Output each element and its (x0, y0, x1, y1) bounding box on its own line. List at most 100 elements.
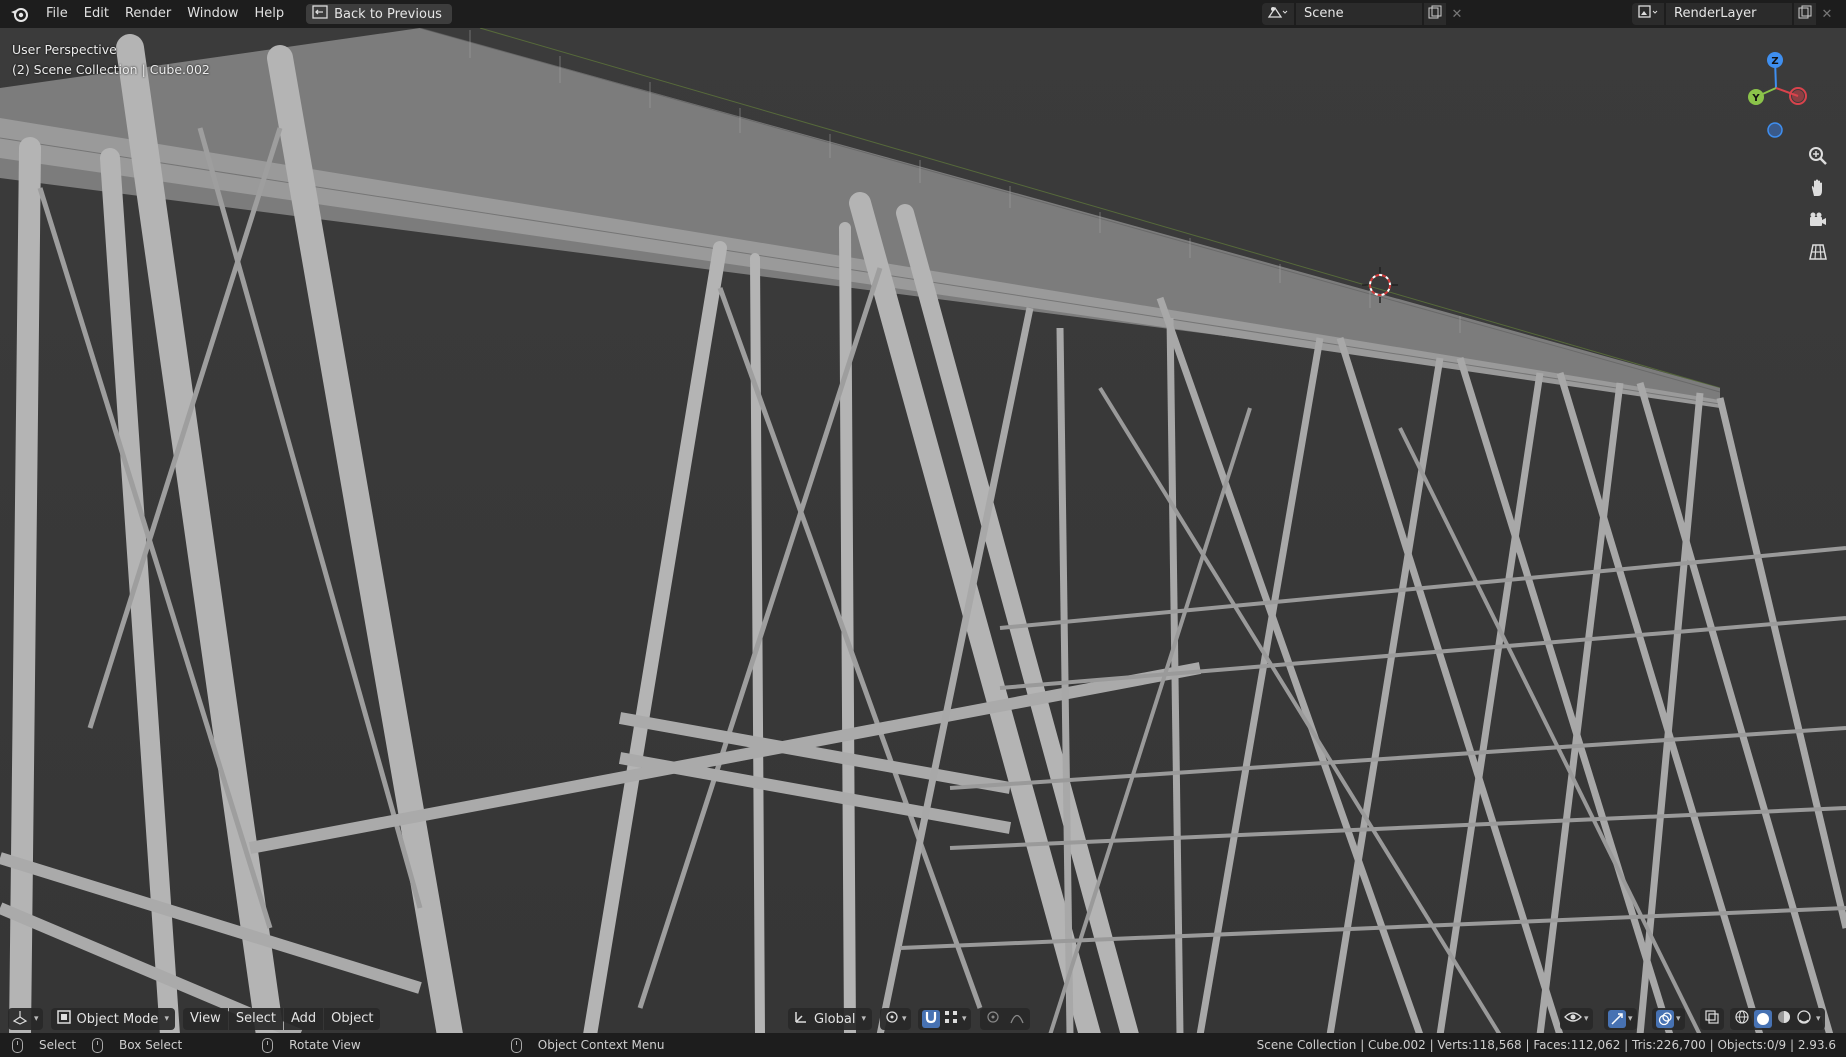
scene-statistics: Scene Collection | Cube.002 | Verts:118,… (1256, 1038, 1836, 1052)
render-layer-name-field[interactable]: RenderLayer (1666, 3, 1792, 25)
chevron-down-icon[interactable]: ▾ (962, 1014, 967, 1024)
status-bar: Select Box Select Rotate View Object Con… (0, 1033, 1846, 1057)
back-to-previous-button[interactable]: Back to Previous (306, 4, 452, 24)
zoom-button[interactable] (1804, 144, 1832, 172)
wireframe-shading-icon[interactable] (1734, 1009, 1750, 1029)
scene-browse-button[interactable] (1262, 3, 1294, 25)
snap-controls: ▾ (918, 1008, 971, 1030)
scene-icon (1267, 5, 1289, 23)
status-box-select-label: Box Select (119, 1038, 183, 1052)
menu-render[interactable]: Render (117, 0, 179, 28)
camera-icon (1808, 210, 1828, 234)
status-select: Select (12, 1037, 77, 1053)
close-icon: ✕ (1451, 6, 1463, 22)
object-mode-icon (56, 1010, 71, 1028)
close-icon: ✕ (1821, 6, 1833, 22)
pan-button[interactable] (1804, 176, 1832, 204)
material-shading-icon[interactable] (1776, 1009, 1792, 1029)
3d-viewport[interactable]: User Perspective (2) Scene Collection | … (0, 28, 1846, 1035)
chevron-down-icon[interactable]: ▾ (1816, 1014, 1821, 1024)
camera-view-button[interactable] (1804, 208, 1832, 236)
transform-orientation-selector[interactable]: Global ▾ (788, 1008, 873, 1030)
pivot-point-selector[interactable]: ▾ (880, 1008, 911, 1030)
grid-icon (1808, 242, 1828, 266)
proportional-editing-controls (980, 1008, 1030, 1030)
falloff-icon[interactable] (1010, 1010, 1024, 1028)
perspective-label: User Perspective (12, 42, 117, 57)
mode-label: Object Mode (76, 1011, 159, 1027)
zoom-icon (1808, 146, 1828, 170)
gizmo-toggle[interactable]: ▾ (1604, 1008, 1637, 1030)
blender-logo-icon[interactable] (8, 2, 32, 26)
collection-info-label: (2) Scene Collection | Cube.002 (12, 62, 210, 77)
shading-modes: ▾ (1730, 1008, 1825, 1030)
status-context-menu: Object Context Menu (510, 1037, 665, 1053)
chevron-down-icon: ▾ (1628, 1014, 1633, 1024)
menu-object[interactable]: Object (324, 1008, 381, 1030)
chevron-down-icon: ▾ (34, 1014, 39, 1024)
y-axis-label: Y (1751, 93, 1760, 104)
render-layer-browse-button[interactable] (1632, 3, 1664, 25)
duplicate-icon (1798, 5, 1812, 23)
chevron-down-icon: ▾ (861, 1014, 867, 1024)
xray-toggle[interactable] (1700, 1008, 1724, 1030)
delete-scene-button[interactable]: ✕ (1448, 3, 1466, 25)
scene-selector: Scene ✕ (1262, 3, 1466, 25)
chevron-down-icon: ▾ (1584, 1014, 1589, 1024)
status-rotate-view: Rotate View (262, 1037, 361, 1053)
mouse-left-icon (12, 1037, 23, 1053)
menu-help[interactable]: Help (247, 0, 293, 28)
editor-type-button[interactable]: ▾ (8, 1008, 43, 1030)
menu-file[interactable]: File (38, 0, 76, 28)
rendered-shading-icon[interactable] (1796, 1009, 1812, 1029)
menu-select[interactable]: Select (228, 1008, 283, 1030)
orientation-icon (794, 1010, 808, 1028)
viewport-menus: View Select Add Object (182, 1008, 381, 1030)
status-box-select: Box Select (92, 1037, 183, 1053)
chevron-down-icon: ▾ (902, 1014, 907, 1024)
toggle-perspective-button[interactable] (1804, 240, 1832, 268)
viewport-info: User Perspective (2) Scene Collection | … (12, 40, 210, 80)
status-select-label: Select (39, 1038, 77, 1052)
solid-shading-icon[interactable] (1754, 1010, 1772, 1028)
proportional-edit-icon[interactable] (986, 1010, 1000, 1028)
navigation-gizmo[interactable]: Z Y (1716, 40, 1826, 140)
back-to-previous-label: Back to Previous (334, 6, 442, 22)
new-render-layer-button[interactable] (1794, 3, 1816, 25)
z-axis-label: Z (1771, 56, 1778, 67)
menu-window[interactable]: Window (179, 0, 246, 28)
visibility-selector[interactable]: ▾ (1560, 1008, 1593, 1030)
render-layer-icon (1637, 5, 1659, 23)
menu-view[interactable]: View (182, 1008, 228, 1030)
editor-type-icon (12, 1009, 32, 1029)
mouse-right-icon (510, 1037, 522, 1053)
magnet-icon (924, 1010, 938, 1028)
chevron-down-icon: ▾ (1676, 1014, 1681, 1024)
overlays-icon (1656, 1010, 1674, 1028)
status-rotate-view-label: Rotate View (289, 1038, 361, 1052)
pivot-icon (884, 1009, 900, 1029)
snap-toggle[interactable] (922, 1010, 940, 1028)
render-layer-selector: RenderLayer ✕ (1632, 3, 1836, 25)
overlays-toggle[interactable]: ▾ (1652, 1008, 1685, 1030)
status-context-menu-label: Object Context Menu (537, 1038, 665, 1052)
eye-icon (1564, 1010, 1582, 1028)
menu-edit[interactable]: Edit (76, 0, 117, 28)
snap-increment-icon[interactable] (944, 1010, 958, 1028)
scene-name-field[interactable]: Scene (1296, 3, 1422, 25)
mode-selector[interactable]: Object Mode ▾ (50, 1008, 175, 1030)
bridge-model-render (0, 28, 1846, 1035)
mouse-middle-icon (262, 1037, 274, 1053)
duplicate-icon (1428, 5, 1442, 23)
orientation-label: Global (814, 1011, 856, 1027)
screen-back-icon (312, 5, 328, 23)
gizmo-icon (1608, 1010, 1626, 1028)
viewport-header: ▾ Object Mode ▾ View Select Add Object G… (0, 1005, 1846, 1033)
menu-add[interactable]: Add (283, 1008, 324, 1030)
chevron-down-icon: ▾ (164, 1014, 169, 1024)
delete-render-layer-button[interactable]: ✕ (1818, 3, 1836, 25)
mouse-drag-icon (92, 1037, 104, 1053)
top-bar: File Edit Render Window Help Back to Pre… (0, 0, 1846, 28)
new-scene-button[interactable] (1424, 3, 1446, 25)
hand-icon (1808, 178, 1828, 202)
